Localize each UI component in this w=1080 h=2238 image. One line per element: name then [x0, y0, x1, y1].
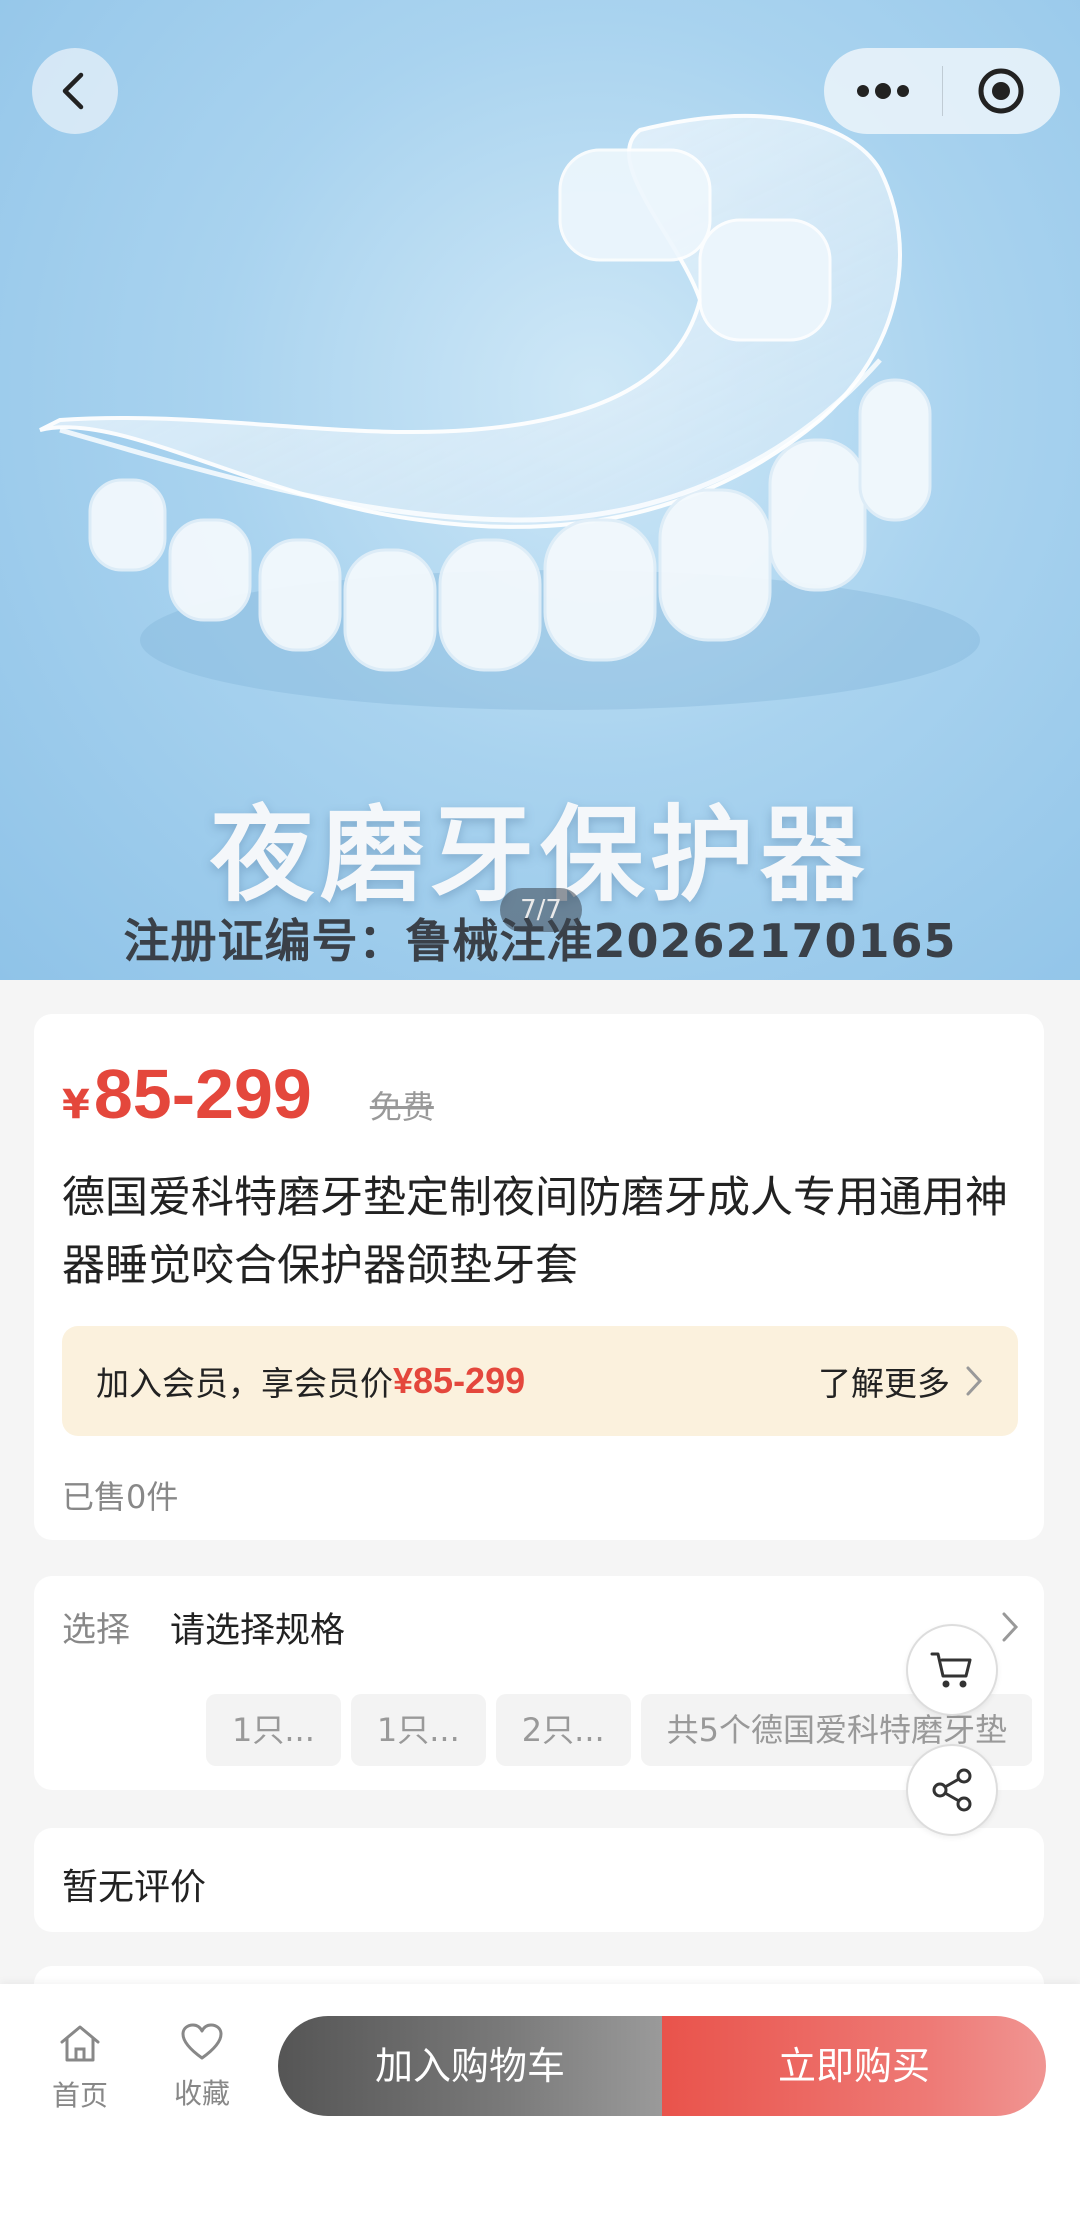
- more-button[interactable]: [824, 48, 942, 134]
- product-image-carousel[interactable]: 夜磨牙保护器 注册证编号：鲁械注准20262170165 7/7: [0, 0, 1080, 980]
- more-dots-icon: [856, 83, 909, 99]
- currency-symbol: ¥: [62, 1082, 90, 1128]
- price-row: ¥ 85-299 免费: [62, 1054, 434, 1134]
- learn-more-link[interactable]: 了解更多: [818, 1357, 984, 1405]
- spec-chip[interactable]: 1只...: [350, 1694, 486, 1766]
- product-title: 德国爱科特磨牙垫定制夜间防磨牙成人专用通用神器睡觉咬合保护器颌垫牙套: [62, 1173, 1008, 1291]
- tab-favorite-label: 收藏: [173, 2077, 230, 2110]
- member-text: 加入会员，享会员价: [96, 1364, 393, 1403]
- sold-count: 已售0件: [62, 1478, 179, 1516]
- chevron-right-icon: [1002, 1612, 1019, 1642]
- close-miniprogram-button[interactable]: [943, 48, 1061, 134]
- share-icon: [932, 1768, 972, 1812]
- spec-chip[interactable]: 2只...: [495, 1694, 631, 1766]
- back-button[interactable]: [32, 48, 118, 134]
- spec-label: 选择: [62, 1610, 130, 1650]
- floating-cart-button[interactable]: [906, 1624, 998, 1716]
- chevron-right-icon: [966, 1366, 983, 1396]
- spec-chip[interactable]: 1只...: [206, 1694, 341, 1766]
- home-icon: [60, 2025, 100, 2062]
- spec-value: 请选择规格: [170, 1611, 346, 1651]
- mini-program-capsule: [824, 48, 1060, 134]
- target-circle-icon: [978, 68, 1024, 114]
- tab-home-label: 首页: [51, 2079, 108, 2112]
- buy-now-button[interactable]: 立即购买: [662, 2016, 1046, 2116]
- product-price: 85-299: [93, 1055, 312, 1133]
- spec-chip-list: 1只... 1只... 2只... 共5个德国爱科特磨牙垫: [206, 1694, 1032, 1766]
- floating-share-button[interactable]: [906, 1744, 998, 1836]
- add-to-cart-button[interactable]: 加入购物车: [278, 2016, 662, 2116]
- purchase-actions: 加入购物车 立即购买: [278, 2016, 1046, 2116]
- review-empty-text: 暂无评价: [62, 1867, 207, 1908]
- review-section[interactable]: 暂无评价: [34, 1828, 1044, 1932]
- image-counter: 7/7: [500, 888, 582, 932]
- member-price: ¥85-299: [393, 1360, 526, 1401]
- member-banner[interactable]: 加入会员，享会员价 ¥85-299 了解更多: [62, 1326, 1018, 1436]
- price-card: ¥ 85-299 免费 德国爱科特磨牙垫定制夜间防磨牙成人专用通用神器睡觉咬合保…: [34, 1014, 1044, 1540]
- tab-home[interactable]: 首页: [30, 2022, 130, 2114]
- learn-more-label: 了解更多: [818, 1364, 950, 1403]
- chevron-left-icon: [62, 72, 84, 110]
- tab-favorite[interactable]: 收藏: [152, 2022, 252, 2112]
- original-price: 免费: [369, 1088, 434, 1126]
- heart-icon: [181, 2023, 223, 2060]
- bottom-action-bar: 首页 收藏 加入购物车 立即购买: [0, 1984, 1080, 2238]
- spec-selector[interactable]: 选择 请选择规格 1只... 1只... 2只... 共5个德国爱科特磨牙垫: [34, 1576, 1044, 1790]
- cart-icon: [930, 1652, 972, 1688]
